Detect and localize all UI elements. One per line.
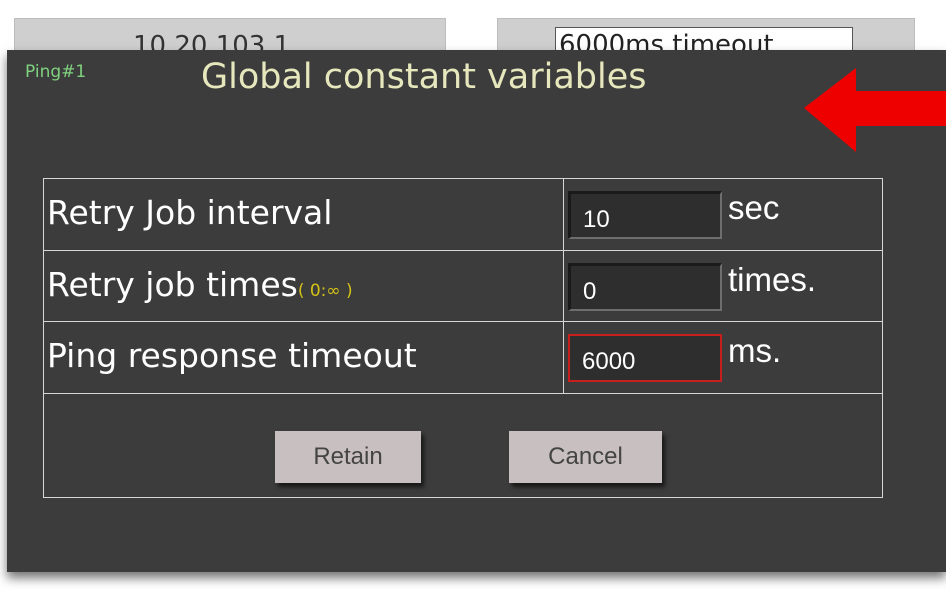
dialog-title: Global constant variables (201, 57, 647, 97)
column-divider (563, 179, 564, 250)
retry-times-hint: ( 0:∞ ) (297, 281, 353, 301)
global-variables-dialog: Ping#1 Global constant variables Retry J… (7, 50, 946, 572)
column-divider (563, 322, 564, 393)
settings-table: Retry Job interval sec Retry job times( … (43, 178, 883, 498)
setting-row-retry-interval: Retry Job interval sec (44, 179, 882, 251)
cancel-button[interactable]: Cancel (509, 431, 662, 483)
column-divider (563, 251, 564, 321)
ping-tag: Ping#1 (25, 62, 87, 82)
ping-timeout-unit: ms. (728, 332, 782, 369)
retain-button[interactable]: Retain (275, 431, 421, 483)
retry-interval-label: Retry Job interval (47, 193, 333, 232)
actions-row: Retain Cancel (44, 394, 882, 498)
page: 10.20.103.1 6000ms timeout Ping#1 Global… (0, 0, 946, 589)
setting-row-retry-times: Retry job times( 0:∞ ) times. (44, 251, 882, 322)
retry-interval-input[interactable] (568, 191, 722, 239)
red-arrow-icon (804, 68, 946, 152)
retry-times-label: Retry job times( 0:∞ ) (47, 265, 353, 304)
ping-timeout-label: Ping response timeout (47, 336, 417, 375)
retry-times-unit: times. (728, 261, 817, 298)
setting-row-ping-timeout: Ping response timeout ms. (44, 322, 882, 394)
retry-times-input[interactable] (568, 263, 722, 311)
ping-timeout-input[interactable] (568, 334, 722, 382)
retry-interval-unit: sec (728, 189, 780, 226)
